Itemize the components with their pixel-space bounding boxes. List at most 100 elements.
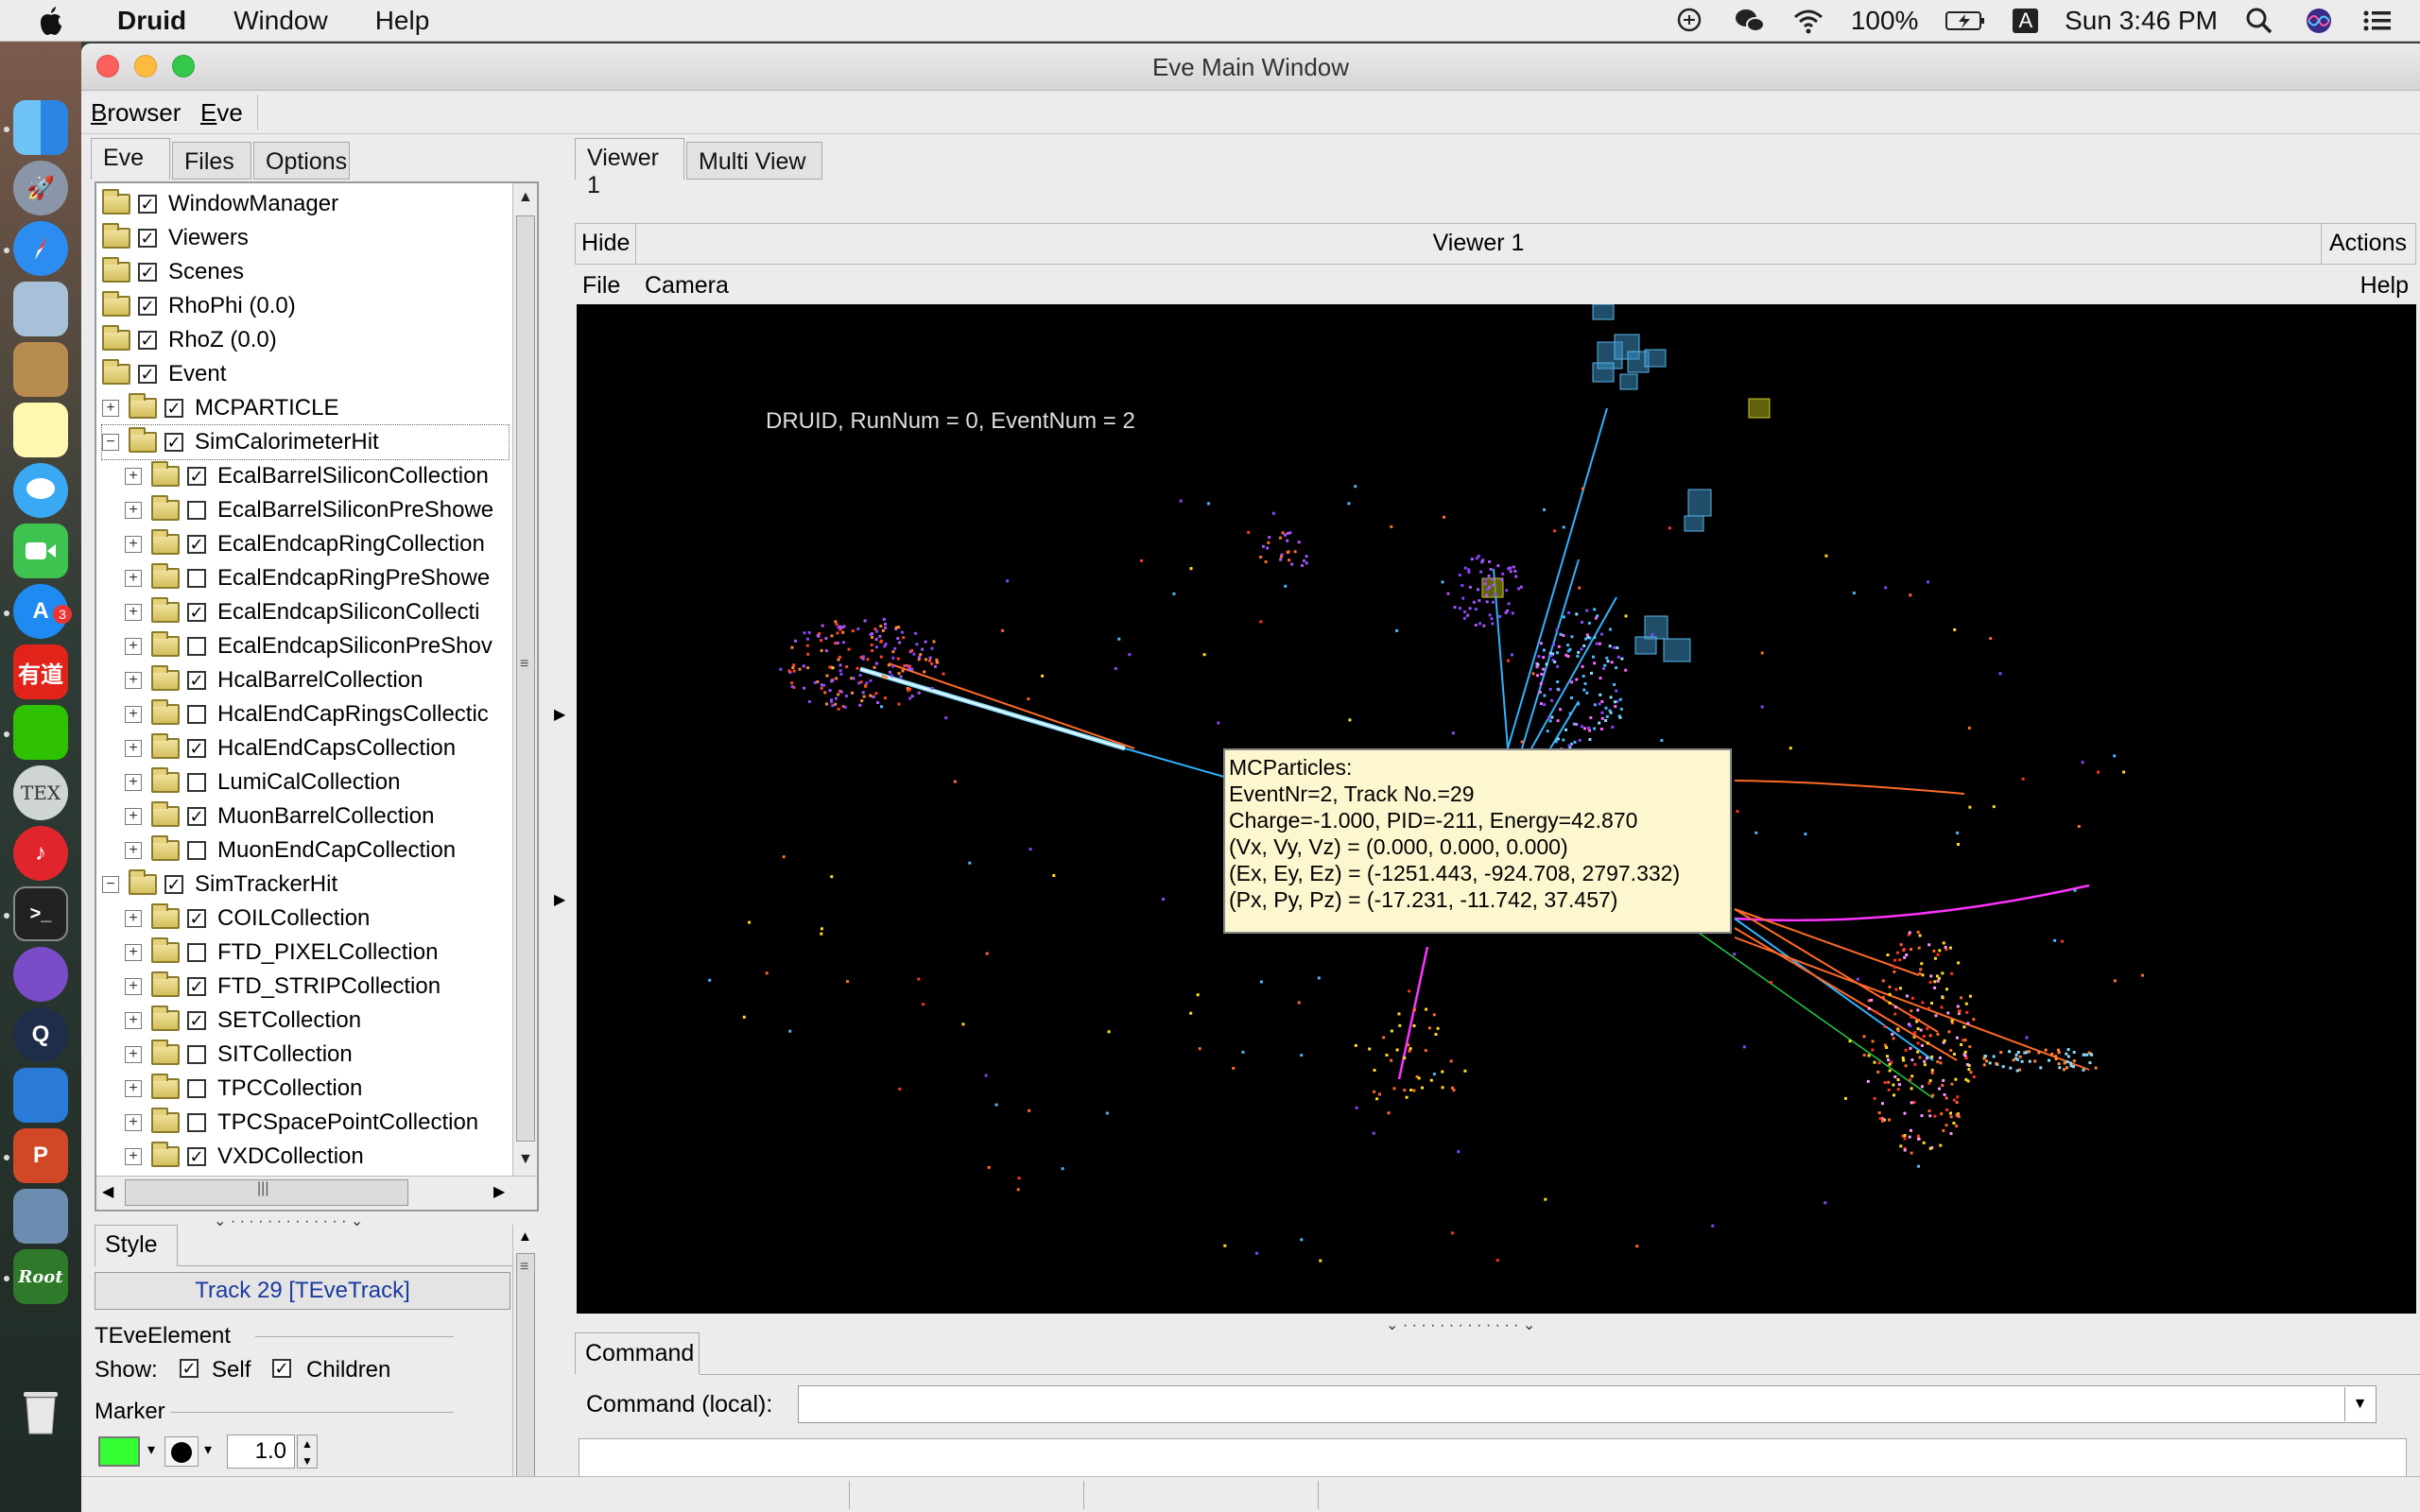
- root-icon[interactable]: Root: [13, 1249, 68, 1304]
- xcode-icon[interactable]: [13, 1068, 68, 1123]
- scroll-down-arrow-icon[interactable]: ▼: [518, 1151, 533, 1168]
- chevron-down-icon[interactable]: ▾: [204, 1440, 212, 1459]
- visibility-checkbox[interactable]: ✓: [138, 263, 157, 282]
- visibility-checkbox[interactable]: ✓: [164, 399, 183, 418]
- finder-icon[interactable]: [13, 100, 68, 155]
- menu-window[interactable]: Window: [233, 6, 328, 36]
- visibility-checkbox[interactable]: [187, 773, 206, 792]
- tree-item[interactable]: + HcalEndCapRingsCollectic: [125, 697, 489, 731]
- expand-icon[interactable]: +: [125, 1012, 142, 1029]
- visibility-checkbox[interactable]: ✓: [164, 875, 183, 894]
- safari-icon[interactable]: [13, 221, 68, 276]
- tree-item[interactable]: + MuonEndCapCollection: [125, 833, 456, 868]
- expand-icon[interactable]: +: [125, 740, 142, 757]
- chevron-down-icon[interactable]: ▾: [147, 1440, 155, 1459]
- notes-app-icon[interactable]: [13, 342, 68, 397]
- marker-size-input[interactable]: 1.0: [227, 1435, 295, 1469]
- search-icon[interactable]: [2244, 7, 2276, 35]
- menu-help[interactable]: Help: [375, 6, 430, 36]
- object-button[interactable]: Track 29 [TEveTrack]: [95, 1272, 510, 1310]
- visibility-checkbox[interactable]: ✓: [164, 433, 183, 452]
- visibility-checkbox[interactable]: [187, 1113, 206, 1132]
- expand-icon[interactable]: +: [125, 910, 142, 927]
- scroll-thumb[interactable]: [516, 215, 535, 1142]
- marker-size-stepper[interactable]: ▲ ▼: [297, 1435, 318, 1469]
- self-checkbox[interactable]: ✓: [180, 1359, 199, 1378]
- wechat-icon[interactable]: [1734, 7, 1766, 35]
- expand-icon[interactable]: +: [125, 978, 142, 995]
- tree-item[interactable]: ✓ Viewers: [102, 221, 249, 255]
- collapse-icon[interactable]: −: [102, 434, 119, 451]
- visibility-checkbox[interactable]: [187, 841, 206, 860]
- menu-eve[interactable]: Eve: [200, 98, 243, 128]
- expand-icon[interactable]: +: [125, 808, 142, 825]
- tree-item[interactable]: + ✓ SETCollection: [125, 1004, 361, 1038]
- visibility-checkbox[interactable]: ✓: [138, 365, 157, 384]
- visibility-checkbox[interactable]: ✓: [187, 671, 206, 690]
- visibility-checkbox[interactable]: ✓: [187, 535, 206, 554]
- expand-icon[interactable]: +: [125, 774, 142, 791]
- expand-icon[interactable]: +: [125, 1148, 142, 1165]
- chevron-down-icon[interactable]: ▼: [2344, 1387, 2375, 1421]
- facetime-icon[interactable]: [13, 524, 68, 578]
- scroll-left-arrow-icon[interactable]: ◀: [102, 1182, 113, 1201]
- expand-icon[interactable]: +: [125, 706, 142, 723]
- visibility-checkbox[interactable]: [187, 1045, 206, 1064]
- visibility-checkbox[interactable]: ✓: [138, 331, 157, 350]
- scroll-right-arrow-icon[interactable]: ▶: [493, 1182, 505, 1201]
- expand-icon[interactable]: +: [125, 842, 142, 859]
- visibility-checkbox[interactable]: ✓: [138, 195, 157, 214]
- visibility-checkbox[interactable]: ✓: [187, 739, 206, 758]
- tab-eve[interactable]: Eve: [91, 138, 170, 180]
- tree-item[interactable]: + EcalEndcapSiliconPreShov: [125, 629, 493, 663]
- visibility-checkbox[interactable]: ✓: [187, 977, 206, 996]
- expand-icon[interactable]: +: [125, 672, 142, 689]
- title-bar[interactable]: Eve Main Window: [81, 43, 2420, 91]
- panel-collapse-arrow-icon[interactable]: ▶: [554, 890, 565, 909]
- menu-browser[interactable]: Browser: [91, 98, 181, 128]
- gl-viewer-canvas[interactable]: DRUID, RunNum = 0, EventNum = 2 MCPartic…: [577, 304, 2416, 1314]
- tree-item[interactable]: + ✓ EcalBarrelSiliconCollection: [125, 459, 489, 493]
- wechat-dock-icon[interactable]: [13, 705, 68, 760]
- stickies-icon[interactable]: [13, 403, 68, 457]
- tab-style[interactable]: Style: [95, 1225, 178, 1266]
- youdao-icon[interactable]: 有道: [13, 644, 68, 699]
- scroll-thumb[interactable]: [516, 1253, 535, 1489]
- tree-item[interactable]: + ✓ HcalEndCapsCollection: [125, 731, 456, 765]
- battery-icon[interactable]: [1945, 7, 1986, 35]
- trash-icon[interactable]: [13, 1383, 68, 1438]
- tab-command[interactable]: Command: [575, 1332, 700, 1374]
- tree-item[interactable]: ✓ Scenes: [102, 255, 244, 289]
- visibility-checkbox[interactable]: [187, 569, 206, 588]
- tree-item[interactable]: + ✓ FTD_STRIPCollection: [125, 970, 441, 1004]
- visibility-checkbox[interactable]: ✓: [187, 1011, 206, 1030]
- visibility-checkbox[interactable]: [187, 637, 206, 656]
- tree-item[interactable]: + SITCollection: [125, 1038, 353, 1072]
- apple-icon[interactable]: [38, 6, 64, 36]
- visibility-checkbox[interactable]: [187, 501, 206, 520]
- tab-options[interactable]: Options: [253, 142, 350, 180]
- command-input[interactable]: [798, 1385, 2377, 1423]
- tree-item[interactable]: + ✓ HcalBarrelCollection: [125, 663, 423, 697]
- tab-multi-view[interactable]: Multi View: [686, 142, 822, 180]
- expand-icon[interactable]: +: [125, 570, 142, 587]
- tree-item[interactable]: + ✓ MuonBarrelCollection: [125, 799, 434, 833]
- app-menu-druid[interactable]: Druid: [117, 6, 186, 36]
- list-icon[interactable]: [2361, 7, 2394, 35]
- visibility-checkbox[interactable]: ✓: [187, 467, 206, 486]
- launchpad-icon[interactable]: 🚀: [13, 161, 68, 215]
- tree-item[interactable]: + ✓ VXDCollection: [125, 1140, 364, 1174]
- tree-item[interactable]: − ✓ SimCalorimeterHit: [101, 424, 510, 460]
- expand-icon[interactable]: +: [125, 604, 142, 621]
- tree-item[interactable]: + TPCCollection: [125, 1072, 362, 1106]
- tree-item[interactable]: + ✓ EcalEndcapRingCollection: [125, 527, 485, 561]
- scroll-up-arrow-icon[interactable]: ▲: [518, 1228, 532, 1245]
- visibility-checkbox[interactable]: ✓: [187, 1147, 206, 1166]
- tree-item[interactable]: ✓ WindowManager: [102, 187, 338, 221]
- quicktime-icon[interactable]: Q: [13, 1007, 68, 1062]
- tab-viewer-1[interactable]: Viewer 1: [575, 138, 684, 198]
- tree-item[interactable]: + ✓ COILCollection: [125, 902, 370, 936]
- tree-item[interactable]: + EcalEndcapRingPreShowe: [125, 561, 490, 595]
- tex-icon[interactable]: TEX: [13, 765, 68, 820]
- github-icon[interactable]: [13, 947, 68, 1002]
